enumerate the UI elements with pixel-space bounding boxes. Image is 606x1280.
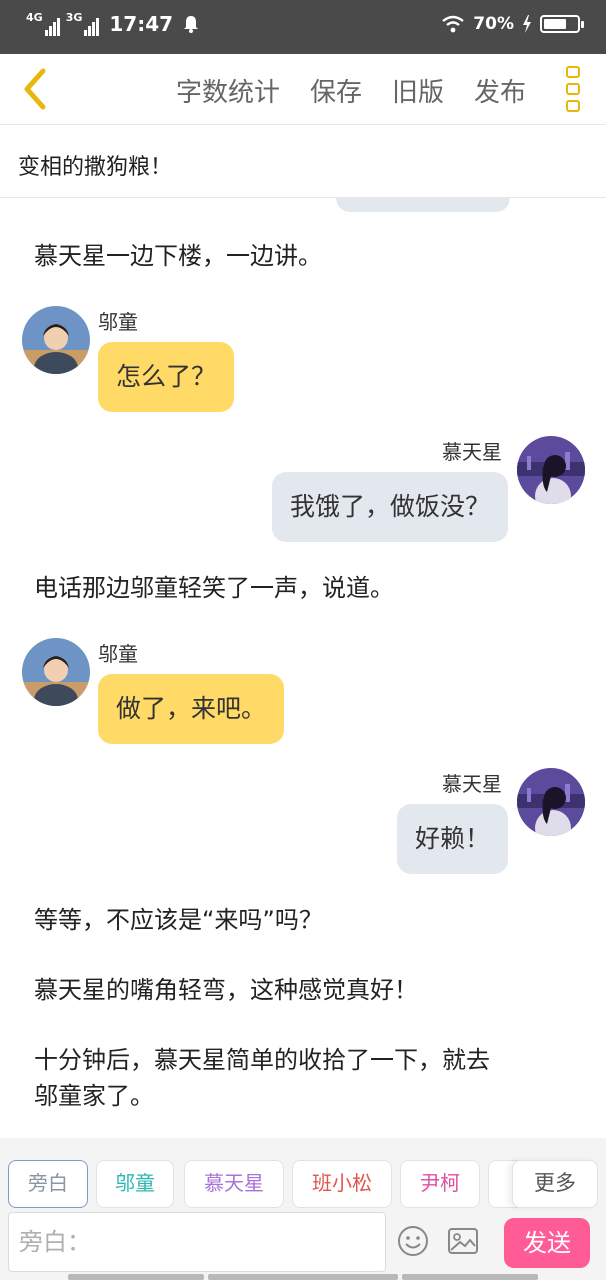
sender-name: 邬童: [98, 642, 138, 666]
narration-text: 慕天星的嘴角轻弯，这种感觉真好！: [34, 976, 418, 1004]
sender-name: 慕天星: [442, 440, 502, 464]
signal-icon-secondary: 3G: [66, 12, 100, 36]
narration-text: 等等，不应该是“来吗”吗？: [34, 906, 323, 934]
partial-message-bubble: [336, 198, 510, 212]
emoji-icon[interactable]: [396, 1224, 430, 1258]
avatar[interactable]: [22, 638, 90, 706]
character-chip-mutianxing[interactable]: 慕天星: [184, 1160, 284, 1208]
message-input[interactable]: [8, 1212, 386, 1272]
more-characters-button[interactable]: 更多: [512, 1160, 598, 1208]
toolbar-actions: 字数统计 保存 旧版 发布: [176, 72, 526, 109]
avatar[interactable]: [22, 306, 90, 374]
status-bar: 4G 3G 17:47 70%: [0, 0, 606, 54]
wifi-icon: [442, 15, 465, 33]
back-chevron-icon: [24, 68, 46, 110]
old-version-button[interactable]: 旧版: [392, 72, 444, 109]
chat-area[interactable]: 慕天星一边下楼，一边讲。 邬童 怎么了？ 慕天星 我饿了，做饭没？ 电话那边邬童…: [0, 198, 606, 1138]
message-bubble[interactable]: 我饿了，做饭没？: [271, 472, 508, 542]
sender-name: 慕天星: [442, 772, 502, 796]
chapter-title: 变相的撒狗粮！: [18, 155, 173, 180]
battery-icon: [540, 15, 584, 33]
publish-button[interactable]: 发布: [474, 72, 526, 109]
narration-text: 电话那边邬童轻笑了一声，说道。: [34, 574, 394, 602]
editor-toolbar: 字数统计 保存 旧版 发布: [0, 54, 606, 124]
send-button[interactable]: 发送: [504, 1218, 590, 1268]
charging-icon: [523, 15, 531, 33]
character-chip-yinke[interactable]: 尹柯: [400, 1160, 480, 1208]
character-chip-banxiaosong[interactable]: 班小松: [292, 1160, 392, 1208]
nav-hint-bar: [208, 1274, 398, 1280]
avatar[interactable]: [517, 768, 585, 836]
message-bubble[interactable]: 好赖！: [396, 804, 508, 874]
avatar[interactable]: [517, 436, 585, 504]
narration-text: 邬童家了。: [34, 1082, 154, 1110]
narration-text: 慕天星一边下楼，一边讲。: [34, 242, 322, 270]
signal-icon: 4G: [26, 12, 60, 36]
character-chip-narrator[interactable]: 旁白: [8, 1160, 88, 1208]
word-count-button[interactable]: 字数统计: [176, 72, 280, 109]
status-left: 4G 3G 17:47: [26, 12, 199, 36]
nav-hint-bar: [402, 1274, 538, 1280]
chapter-title-row[interactable]: 变相的撒狗粮！: [0, 124, 606, 198]
notification-bell-icon: [184, 16, 199, 33]
battery-percent: 70%: [473, 14, 514, 34]
narration-text: 十分钟后，慕天星简单的收拾了一下，就去: [34, 1046, 490, 1074]
message-bubble[interactable]: 做了，来吧。: [98, 674, 285, 744]
input-panel: 旁白 邬童 慕天星 班小松 尹柯 田 更多 发送: [0, 1138, 606, 1280]
nav-hint-bar: [68, 1274, 204, 1280]
more-menu-icon[interactable]: [566, 66, 580, 112]
image-icon[interactable]: [446, 1224, 480, 1258]
network-type-2: 3G: [65, 11, 83, 24]
back-button[interactable]: [12, 66, 56, 112]
status-right: 70%: [441, 14, 584, 34]
save-button[interactable]: 保存: [310, 72, 362, 109]
status-time: 17:47: [109, 12, 174, 36]
character-chip-wutong[interactable]: 邬童: [96, 1160, 174, 1208]
message-bubble[interactable]: 怎么了？: [98, 342, 235, 412]
network-type-1: 4G: [26, 11, 43, 24]
sender-name: 邬童: [98, 310, 138, 334]
